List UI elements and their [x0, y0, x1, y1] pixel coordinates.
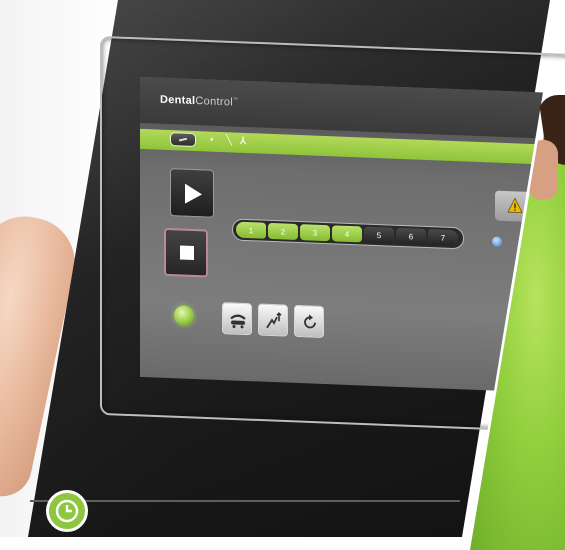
step-4[interactable]: 4 — [332, 225, 362, 243]
reset-icon — [304, 314, 316, 329]
play-button[interactable] — [170, 168, 214, 218]
step-1[interactable]: 1 — [236, 221, 266, 239]
chair-icon — [230, 314, 246, 329]
app-logo: DentalControl™ — [160, 93, 239, 109]
clock-icon — [55, 499, 79, 523]
clock-badge — [46, 490, 88, 532]
device-edge — [30, 500, 460, 502]
reset-button[interactable] — [294, 304, 324, 339]
stop-button[interactable] — [164, 227, 208, 278]
wrench-icon[interactable]: ╲ — [226, 135, 232, 146]
edit-icon[interactable] — [170, 132, 196, 148]
step-5[interactable]: 5 — [364, 226, 394, 244]
stop-icon — [180, 245, 194, 261]
step-progress: 1234567 — [232, 218, 464, 250]
touch-screen: DentalControl™ • ╲ ⅄ 1234567 — [140, 76, 560, 394]
step-3[interactable]: 3 — [300, 224, 330, 242]
chair-button[interactable] — [222, 302, 252, 336]
warning-icon — [507, 197, 523, 214]
step-7[interactable]: 7 — [428, 228, 458, 247]
lamp-adjust-button[interactable] — [258, 303, 288, 337]
status-led — [174, 305, 194, 327]
dot-icon[interactable]: • — [210, 135, 214, 146]
tools-icon[interactable]: ⅄ — [240, 136, 246, 147]
play-icon — [185, 183, 202, 204]
lamp-adjust-icon — [266, 312, 282, 329]
step-2[interactable]: 2 — [268, 222, 298, 241]
status-indicator — [492, 236, 502, 247]
step-6[interactable]: 6 — [396, 227, 426, 245]
